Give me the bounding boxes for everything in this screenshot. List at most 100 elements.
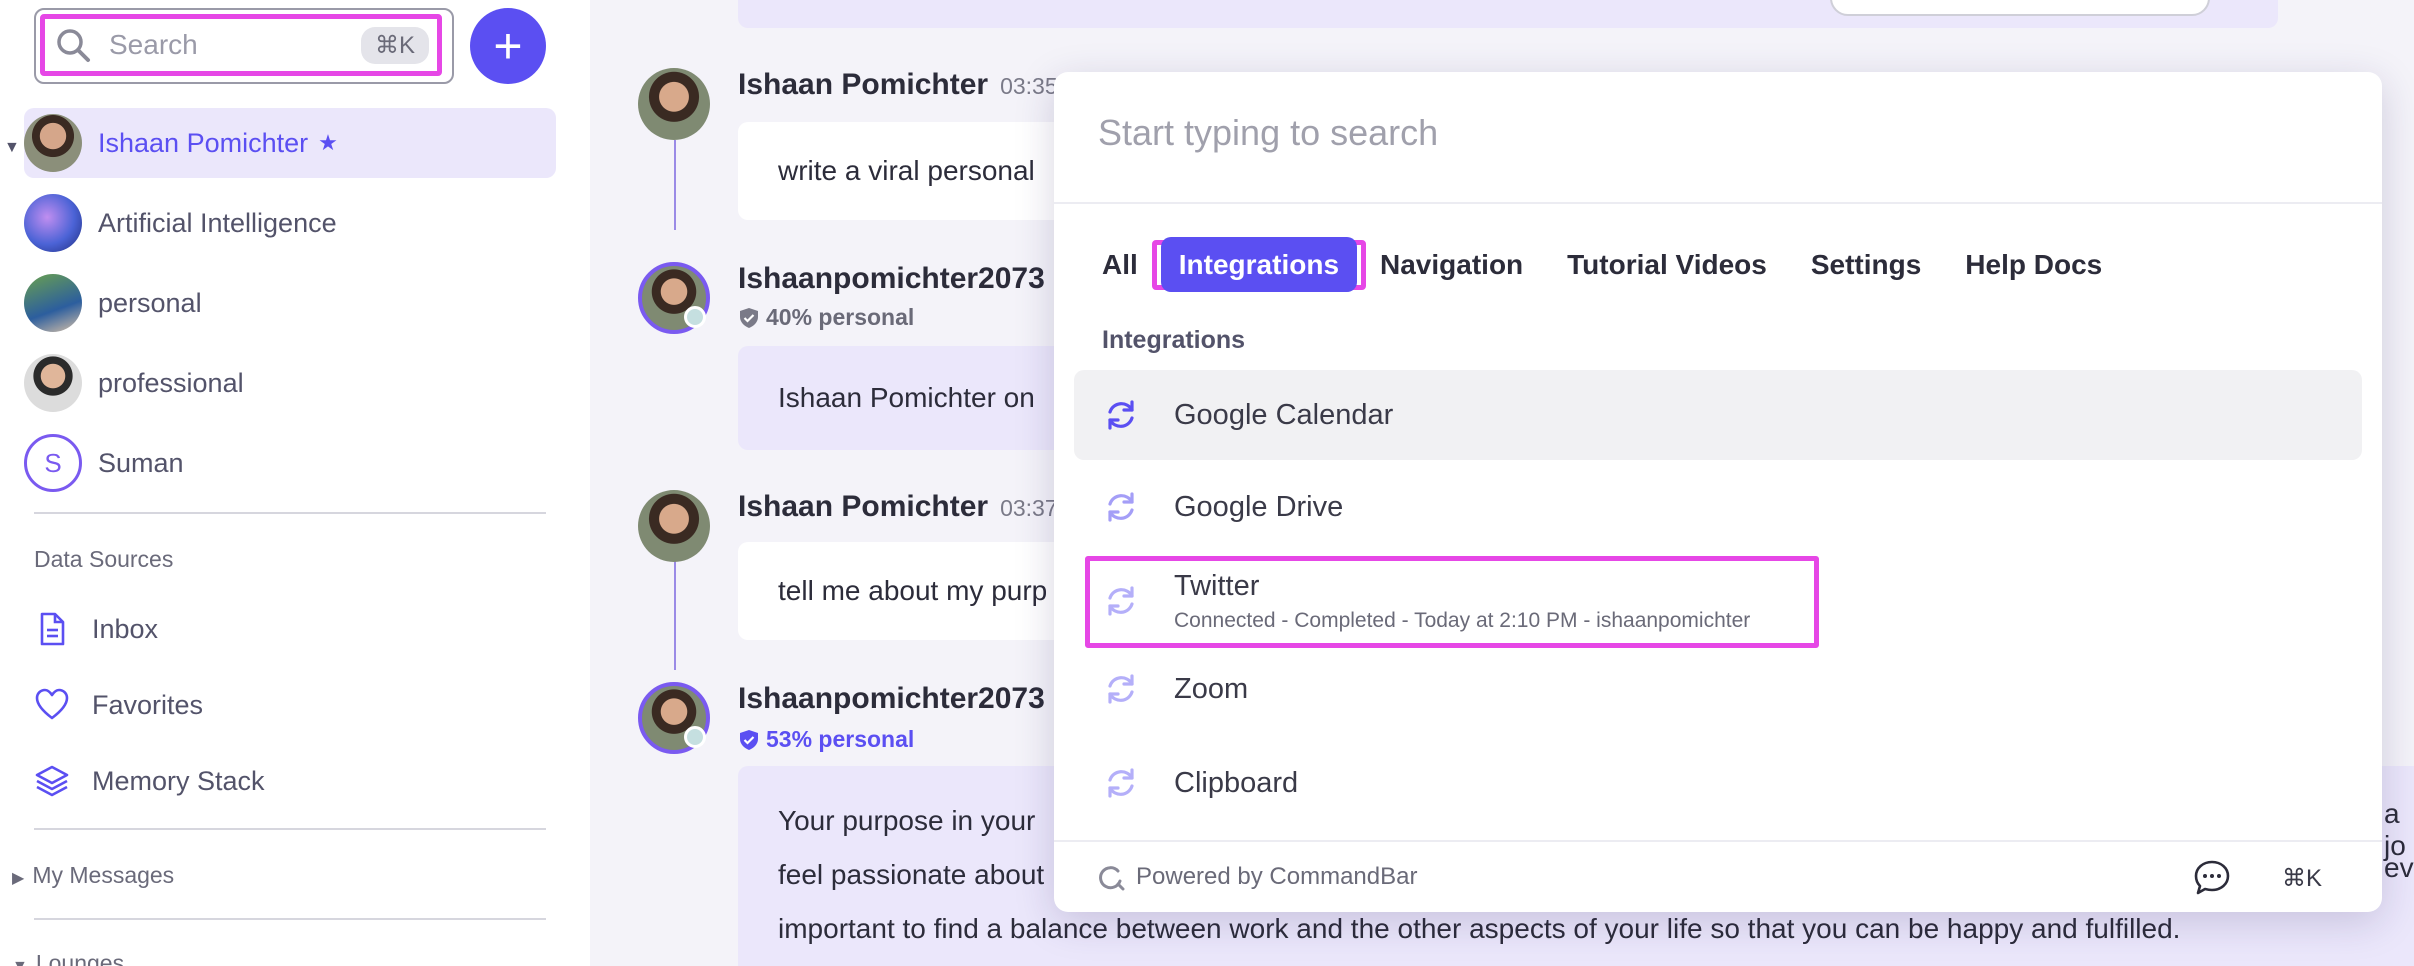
sync-icon [1108, 674, 1134, 704]
badge-text: 40% personal [766, 304, 915, 330]
collapse-caret-icon[interactable]: ▼ [4, 139, 20, 157]
data-source-inbox[interactable]: Inbox [34, 604, 158, 654]
message-author: Ishaan Pomichter 03:37 [738, 490, 1058, 524]
footer-actions: ⌘K [2192, 858, 2322, 898]
avatar [24, 194, 82, 252]
tab-settings[interactable]: Settings [1811, 249, 1921, 281]
message-fragment: eve [2384, 852, 2414, 883]
command-search-input[interactable]: Start typing to search [1098, 112, 1438, 154]
lounges-label: Lounges [35, 950, 125, 966]
message-text: Ishaan Pomichter on [778, 382, 1035, 413]
document-icon [40, 612, 65, 646]
search-shortcut: ⌘K [360, 26, 429, 64]
message-text: write a viral personal [778, 155, 1035, 186]
tab-navigation[interactable]: Navigation [1380, 249, 1523, 281]
sidebar: Search ⌘K + ▼ Ishaan Pomichter ★ Artific… [0, 0, 590, 966]
tab-tutorial-videos[interactable]: Tutorial Videos [1567, 249, 1767, 281]
divider [34, 918, 546, 920]
my-messages-toggle[interactable]: ▶ My Messages [12, 862, 174, 889]
divider [34, 512, 546, 514]
presence-dot [684, 726, 706, 748]
space-label: professional [98, 367, 244, 398]
tab-integrations[interactable]: Integrations [1160, 237, 1358, 292]
heart-icon [35, 688, 69, 720]
search-icon [57, 29, 90, 62]
footer-shortcut: ⌘K [2281, 864, 2322, 892]
space-item-suman[interactable]: S Suman [24, 428, 184, 498]
data-source-label: Inbox [92, 613, 159, 644]
space-item-ai[interactable]: Artificial Intelligence [24, 188, 337, 258]
data-sources-heading: Data Sources [34, 546, 174, 572]
caret-right-icon: ▶ [12, 870, 25, 887]
tab-integrations-highlight: Integrations [1151, 237, 1367, 292]
presence-dot [684, 306, 706, 328]
integration-clipboard[interactable]: Clipboard [1074, 738, 2362, 828]
data-source-favorites[interactable]: Favorites [34, 680, 203, 730]
space-item-professional[interactable]: professional [24, 348, 244, 418]
data-source-label: Favorites [92, 689, 204, 720]
caret-down-icon: ▼ [12, 958, 28, 966]
command-bar-footer: Powered by CommandBar ⌘K [1054, 840, 2382, 912]
space-label: Suman [98, 447, 184, 478]
commandbar-logo-icon [1099, 866, 1125, 891]
tab-all[interactable]: All [1102, 249, 1138, 281]
add-button[interactable]: + [470, 8, 546, 84]
search-box[interactable]: Search ⌘K [34, 8, 454, 84]
integration-zoom[interactable]: Zoom [1074, 644, 2362, 734]
layers-icon [35, 765, 69, 797]
avatar[interactable] [638, 490, 710, 562]
sync-icon [1108, 400, 1134, 430]
star-icon: ★ [318, 130, 338, 155]
thread-line [674, 560, 676, 670]
thread-line [674, 140, 676, 230]
twitter-highlight [1085, 556, 1819, 648]
previous-message-pill[interactable] [1830, 0, 2210, 16]
avatar [24, 354, 82, 412]
avatar[interactable] [638, 68, 710, 140]
space-item-ishaan[interactable]: Ishaan Pomichter ★ [24, 108, 556, 178]
group-heading: Integrations [1102, 326, 1246, 354]
integration-title: Google Drive [1174, 490, 1344, 523]
avatar: S [24, 434, 82, 492]
data-source-label: Memory Stack [92, 765, 265, 796]
integration-title: Google Calendar [1174, 398, 1394, 431]
space-label: Artificial Intelligence [98, 207, 337, 238]
shield-check-icon [740, 729, 758, 750]
data-source-memory-stack[interactable]: Memory Stack [34, 756, 265, 806]
my-messages-label: My Messages [32, 862, 175, 888]
badge-text: 53% personal [766, 726, 915, 752]
message-author: Ishaanpomichter2073 [738, 682, 1045, 715]
tab-bar: All Integrations Navigation Tutorial Vid… [1102, 230, 2146, 300]
avatar [24, 114, 82, 172]
divider [1054, 202, 2382, 204]
integration-title: Zoom [1174, 672, 1249, 705]
avatar [24, 274, 82, 332]
message-time: 03:37 [1000, 495, 1058, 521]
integration-google-calendar[interactable]: Google Calendar [1074, 370, 2362, 460]
sync-icon [1108, 768, 1134, 798]
integration-title: Clipboard [1174, 766, 1299, 799]
message-text: tell me about my purp [778, 575, 1048, 606]
app-window: Search ⌘K + ▼ Ishaan Pomichter ★ Artific… [0, 0, 2414, 966]
tab-help-docs[interactable]: Help Docs [1965, 249, 2102, 281]
author-name: Ishaan Pomichter [738, 68, 989, 101]
space-label: personal [98, 287, 202, 318]
personal-badge: 40% personal [738, 304, 914, 331]
message-author: Ishaan Pomichter 03:35 [738, 68, 1058, 102]
powered-by-text[interactable]: Powered by CommandBar [1136, 863, 1417, 891]
sync-icon [1108, 492, 1134, 522]
command-bar-modal: Start typing to search All Integrations … [1054, 72, 2382, 912]
search-highlight: Search ⌘K [40, 14, 442, 76]
chat-bubble-icon[interactable] [2192, 858, 2232, 898]
space-label: Ishaan Pomichter [98, 127, 309, 158]
author-name: Ishaan Pomichter [738, 490, 989, 523]
space-item-personal[interactable]: personal [24, 268, 202, 338]
integration-google-drive[interactable]: Google Drive [1074, 462, 2362, 552]
message-author: Ishaanpomichter2073 [738, 262, 1045, 295]
divider [34, 828, 546, 830]
search-input[interactable]: Search [109, 29, 361, 61]
shield-check-icon [740, 307, 758, 328]
message-time: 03:35 [1000, 73, 1058, 99]
personal-badge: 53% personal [738, 726, 914, 753]
lounges-toggle[interactable]: ▼ Lounges [12, 950, 124, 966]
